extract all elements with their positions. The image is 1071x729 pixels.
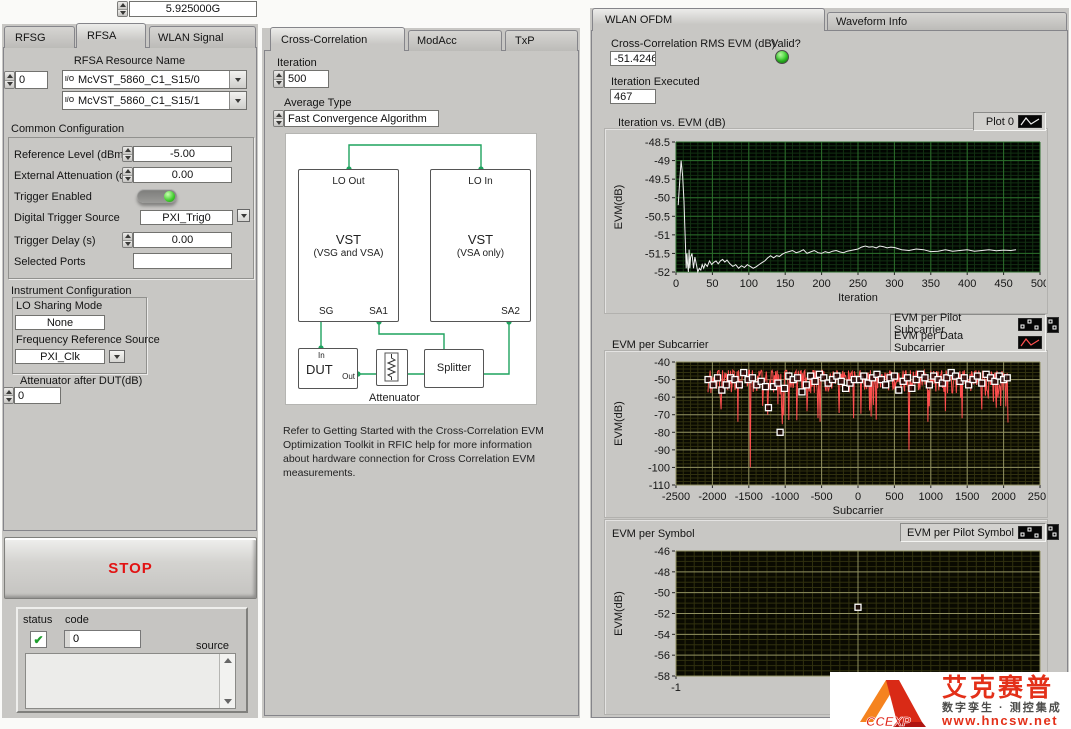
right-top-strip [590,0,1069,8]
frequency-field[interactable]: 5.925000G [129,1,257,17]
code-value: 0 [73,633,79,645]
frequency-stepper[interactable] [117,1,128,17]
source-scrollbar[interactable] [219,654,235,708]
scroll-up-icon[interactable] [220,654,235,667]
right-panel: WLAN OFDM Waveform Info Cross-Correlatio… [590,0,1069,718]
code-label: code [65,614,89,626]
scroll-down-icon[interactable] [220,695,235,708]
tab-waveform-info[interactable]: Waveform Info [827,12,1067,30]
tab-modacc[interactable]: ModAcc [408,30,502,51]
tab-cross-correlation[interactable]: Cross-Correlation [270,27,405,51]
tab-rfsa[interactable]: RFSA [76,23,146,48]
status-label: status [23,614,52,626]
status-indicator: ✔ [30,631,47,648]
middle-panel: Cross-Correlation ModAcc TxP Iteration 5… [262,28,580,718]
checkmark-icon: ✔ [33,633,43,647]
tab-wlan-signal[interactable]: WLAN Signal [149,26,256,48]
cross-correlation-tab-body [264,50,579,716]
error-cluster: status ✔ code 0 source [16,607,248,713]
source-field [25,653,236,709]
left-panel: 5.925000G RFSG RFSA WLAN Signal RFSA Res… [2,0,258,718]
application-window: 5.925000G RFSG RFSA WLAN Signal RFSA Res… [0,0,1071,729]
rfsa-tab-body [3,47,257,531]
tab-wlan-ofdm[interactable]: WLAN OFDM [592,8,825,31]
accexp-wordmark: CCEXP [866,714,911,729]
stop-button[interactable]: STOP [4,537,257,599]
tab-txp[interactable]: TxP [505,30,578,51]
accexp-a-icon: CCEXP [838,672,948,729]
code-field-gutter [65,631,70,647]
decrement-button[interactable] [118,9,127,17]
wlan-ofdm-tab-body [591,30,1068,718]
accexp-logo: CCEXP 艾克赛普 数字孪生 · 测控集成 www.hncsw.net [830,672,1071,729]
tab-rfsg[interactable]: RFSG [4,26,75,48]
code-field: 0 [64,630,141,648]
source-label: source [196,640,229,652]
brand-url: www.hncsw.net [942,713,1058,728]
